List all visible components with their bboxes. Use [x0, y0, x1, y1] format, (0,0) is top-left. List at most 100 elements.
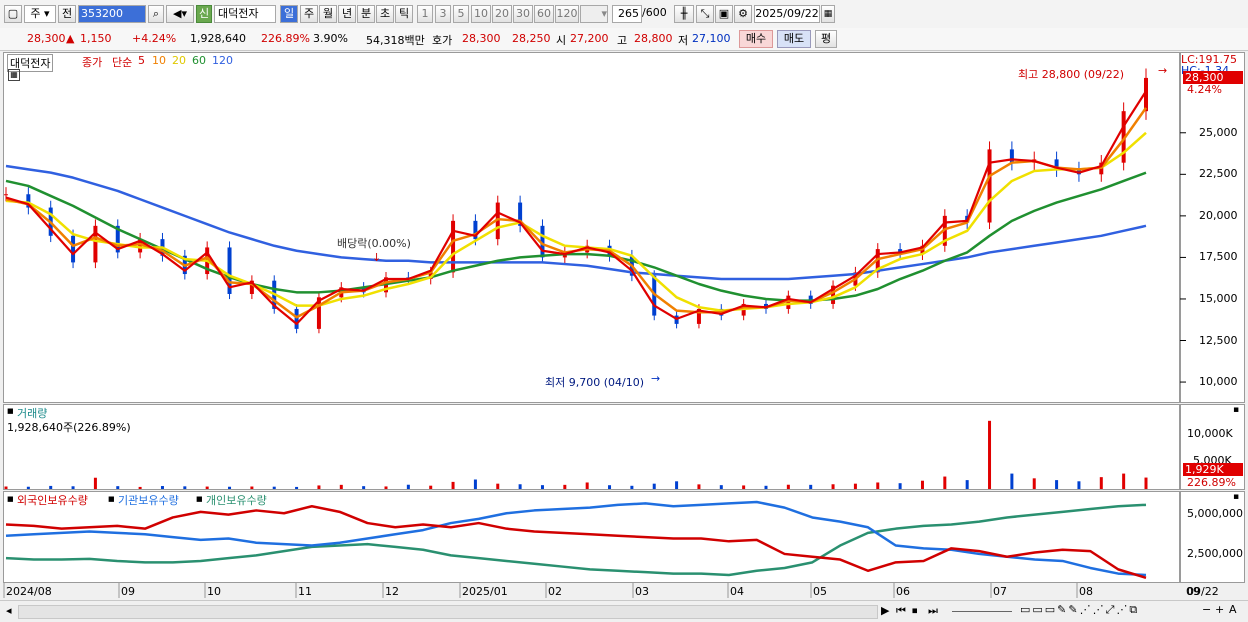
legend-foreign[interactable]: 외국인보유수량 [17, 492, 88, 508]
candle-body [987, 149, 992, 223]
volume-bar [49, 485, 53, 489]
volume-bar [362, 486, 366, 489]
volume-close-icon[interactable]: ▪ [1233, 405, 1239, 415]
status-bar: ◂ ▶ ⏮ ⏹ ⏭ ▭▭▭✎✎⋰⋰⤢⋰⧉ − + A [0, 600, 1248, 622]
price-tick-label: 10,000 [1199, 375, 1238, 389]
volume-bar [540, 485, 544, 489]
volume-bar [406, 484, 410, 489]
legend-ma20[interactable]: 20 [172, 54, 186, 67]
volume-bar [1010, 473, 1014, 489]
volume-bar [71, 486, 75, 489]
dividend-annotation: 배당락(0.00%) [337, 237, 411, 250]
x-axis-label: 05 [813, 585, 827, 598]
volume-reading: 1,928,640주(226.89%) [7, 421, 131, 434]
nav-last-icon[interactable]: ⏭ [928, 604, 938, 618]
volume-bar [228, 486, 232, 489]
volume-bar [183, 486, 187, 489]
volume-bar [93, 477, 97, 489]
volume-bar [876, 482, 880, 489]
volume-bar [160, 486, 164, 489]
holding-close-icon[interactable]: ▪ [1233, 492, 1239, 502]
price-tick-label: 15,000 [1199, 291, 1238, 305]
holding-tick-5000000: 5,000,000 [1187, 507, 1243, 520]
volume-bar [138, 486, 142, 489]
indiv-marker-icon: ■ [196, 495, 203, 503]
legend-ma60[interactable]: 60 [192, 54, 206, 67]
low-arrow-icon: → [651, 372, 661, 385]
volume-bar [518, 484, 522, 489]
volume-bar [1099, 477, 1103, 489]
nav-stop-icon[interactable]: ⏹ [912, 604, 918, 618]
auto-button[interactable]: A [1229, 603, 1237, 616]
dividend-arrow-icon: ↓ [372, 251, 382, 264]
legend-indiv[interactable]: 개인보유수량 [206, 492, 267, 508]
nav-play-icon[interactable]: ▶ [881, 604, 889, 617]
price-tick-label: 22,500 [1199, 167, 1238, 181]
x-axis-label: 2025/01 [462, 585, 508, 598]
scrollbar-track[interactable] [18, 605, 878, 619]
volume-bar [250, 486, 254, 489]
tools-icon[interactable]: ▭▭▭✎✎⋰⋰⤢⋰⧉ [1020, 603, 1139, 617]
legend-ma120[interactable]: 120 [212, 54, 233, 67]
x-axis-label: 11 [298, 585, 312, 598]
last-percent: 4.24% [1187, 83, 1222, 96]
legend-ma5[interactable]: 5 [138, 54, 145, 67]
volume-bar [652, 483, 656, 489]
volume-bar [988, 420, 992, 489]
volume-bar [630, 485, 634, 489]
high-annotation: 최고 28,800 (09/22) [1018, 68, 1125, 81]
candle-body [1009, 149, 1014, 163]
volume-bar [26, 486, 30, 489]
holding-line-inst [5, 500, 1147, 577]
volume-bar [451, 481, 455, 489]
volume-bar [943, 476, 947, 489]
candle-body [451, 220, 456, 273]
volume-bar [1077, 481, 1081, 489]
ma-line-60 [5, 171, 1147, 302]
volume-bar [317, 485, 321, 489]
candle-body [71, 235, 76, 263]
legend-ma10[interactable]: 10 [152, 54, 166, 67]
x-axis-label: 08 [1079, 585, 1093, 598]
low-annotation: 최저 9,700 (04/10) [545, 376, 645, 389]
volume-tick-10000k: 10,000K [1187, 427, 1233, 440]
zoom-in-icon[interactable]: + [1215, 603, 1224, 616]
volume-bar [339, 484, 343, 489]
zoom-out-icon[interactable]: − [1202, 603, 1211, 616]
volume-bar [1055, 480, 1059, 489]
volume-bar [898, 483, 902, 489]
legend-close[interactable]: 종가 [82, 54, 102, 70]
volume-bar [272, 486, 276, 489]
volume-bar [697, 484, 701, 489]
ma-line-20 [5, 131, 1147, 312]
volume-bar [965, 480, 969, 489]
scroll-left-icon[interactable]: ◂ [6, 604, 12, 617]
x-axis-label: 09 [121, 585, 135, 598]
grid-icon[interactable]: ▦ [8, 69, 20, 81]
legend-inst[interactable]: 기관보유수량 [118, 492, 179, 508]
x-axis-label: 10 [207, 585, 221, 598]
x-axis-label: 04 [730, 585, 744, 598]
volume-bar [429, 485, 433, 489]
volume-bar [608, 485, 612, 489]
volume-bar [831, 484, 835, 489]
volume-bar [764, 485, 768, 489]
volume-bar [384, 486, 388, 489]
zoom-slider[interactable] [952, 611, 1012, 612]
candle-body [93, 225, 98, 263]
inst-marker-icon: ■ [108, 495, 115, 503]
price-tick-label: 17,500 [1199, 250, 1238, 264]
high-arrow-icon: → [1158, 64, 1168, 77]
volume-bar [295, 486, 299, 489]
x-axis-end-label: 09/22 [1187, 585, 1219, 598]
volume-bar [920, 480, 924, 489]
nav-first-icon[interactable]: ⏮ [896, 604, 906, 618]
price-tick-label: 12,500 [1199, 333, 1238, 347]
x-axis-label: 06 [896, 585, 910, 598]
volume-bar [742, 485, 746, 489]
volume-bar [1032, 478, 1036, 489]
volume-bar [853, 483, 857, 489]
volume-last-percent: 226.89% [1187, 476, 1236, 489]
volume-bar [675, 481, 679, 489]
volume-bar [205, 486, 209, 489]
